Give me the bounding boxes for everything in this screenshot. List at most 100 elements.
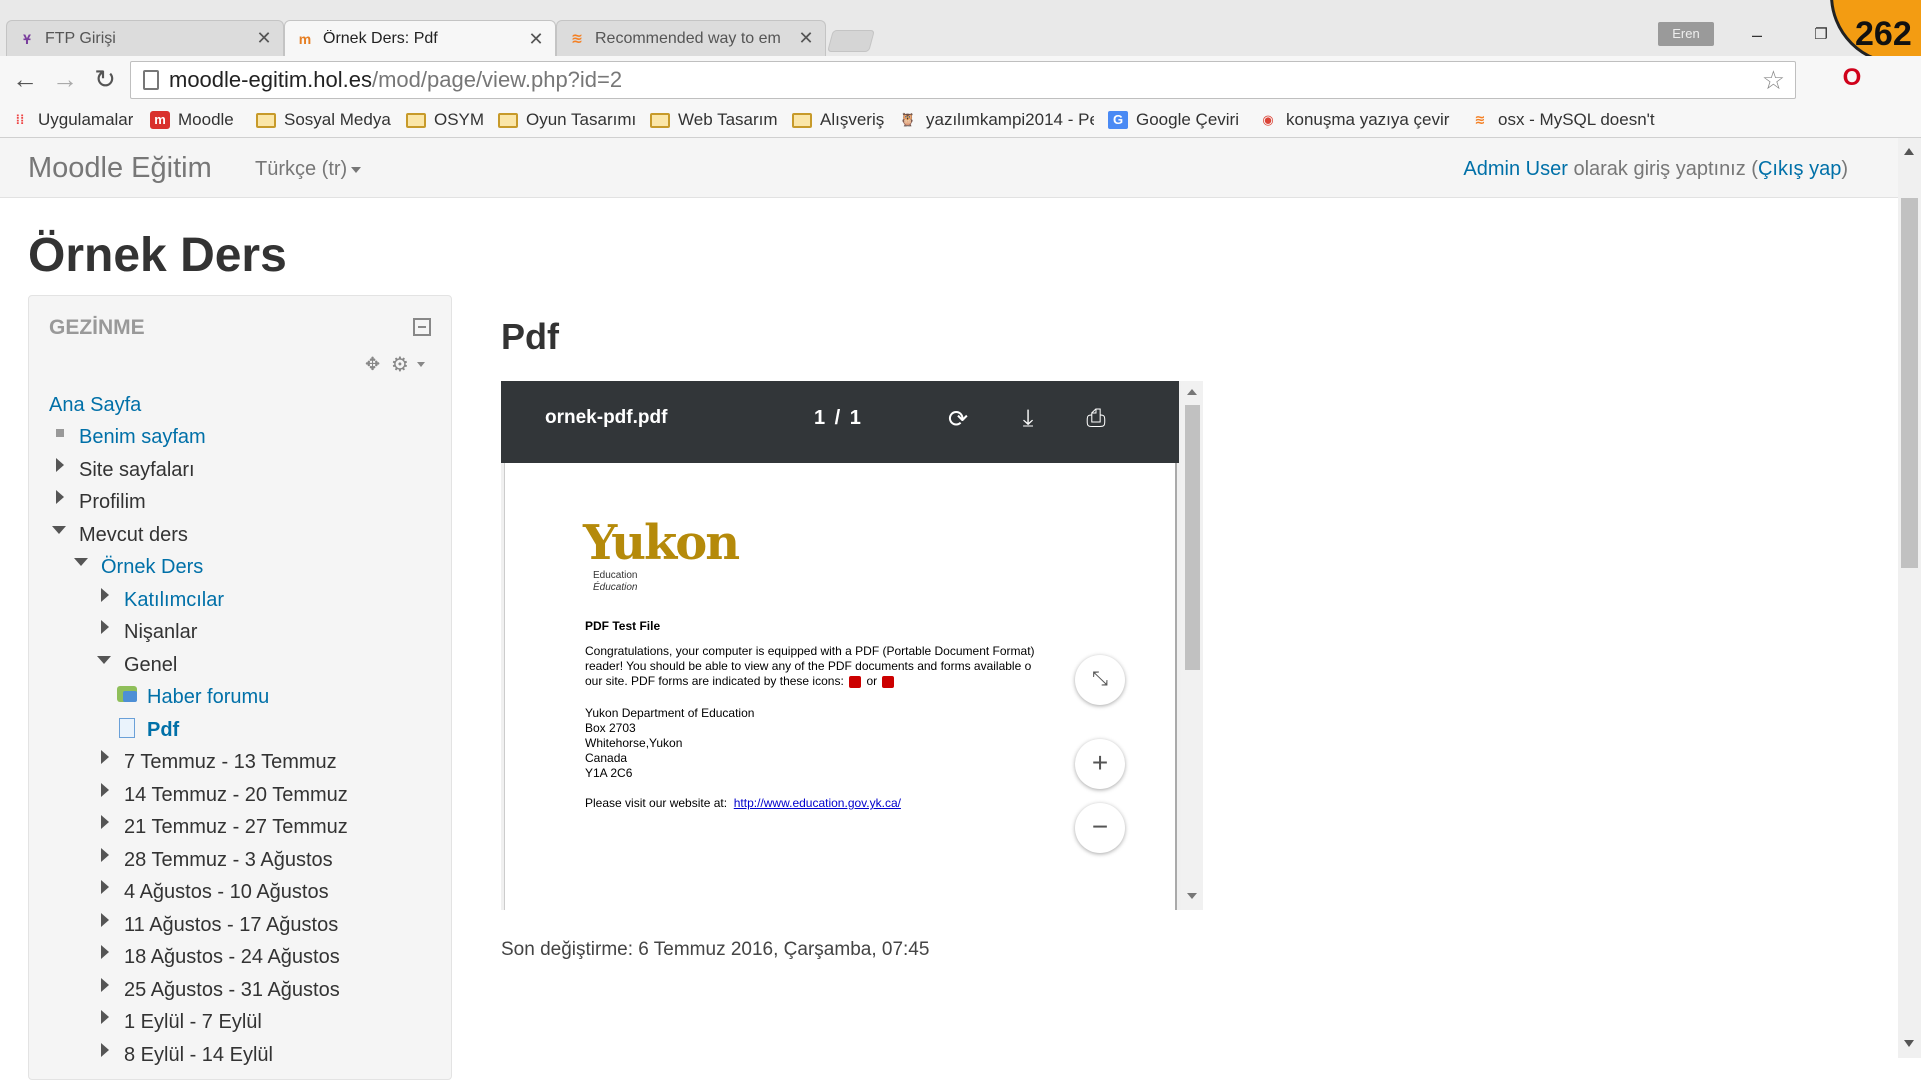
pdf-website-link[interactable]: http://www.education.gov.yk.ca/: [734, 796, 901, 810]
nav-site-sayfalari[interactable]: Site sayfaları: [79, 457, 195, 483]
expand-arrow-icon[interactable]: [101, 880, 109, 894]
collapse-arrow-icon[interactable]: [74, 558, 88, 566]
tab-ornek-ders-pdf[interactable]: m Örnek Ders: Pdf ✕: [284, 20, 556, 57]
scroll-up-icon[interactable]: [1187, 389, 1197, 395]
nav-pdf[interactable]: Pdf: [147, 717, 179, 743]
expand-arrow-icon[interactable]: [101, 913, 109, 927]
nav-week-9[interactable]: 1 Eylül - 7 Eylül: [124, 1009, 262, 1035]
scroll-thumb[interactable]: [1185, 405, 1200, 670]
nav-ornek-ders[interactable]: Örnek Ders: [101, 554, 203, 580]
back-arrow-icon[interactable]: ←: [8, 62, 42, 96]
download-icon[interactable]: ⤓: [1013, 405, 1043, 433]
zoom-in-icon[interactable]: +: [1075, 739, 1125, 789]
nav-week-4[interactable]: 28 Temmuz - 3 Ağustos: [124, 847, 333, 873]
language-menu[interactable]: Türkçe (tr): [255, 158, 362, 181]
caret-down-icon[interactable]: [417, 362, 425, 367]
collapse-arrow-icon[interactable]: [97, 656, 111, 664]
scroll-thumb[interactable]: [1901, 198, 1918, 568]
logout-link[interactable]: Çıkış yap: [1758, 158, 1841, 180]
expand-arrow-icon[interactable]: [101, 945, 109, 959]
nav-haber-forumu[interactable]: Haber forumu: [147, 684, 269, 710]
login-close: ): [1841, 158, 1848, 180]
bookmark-uygulamalar[interactable]: ⁞⁞ Uygulamalar: [10, 102, 134, 138]
nav-katilimcilar[interactable]: Katılımcılar: [124, 587, 224, 613]
bookmark-alisveris[interactable]: Alışveriş: [792, 102, 884, 138]
nav-week-3[interactable]: 21 Temmuz - 27 Temmuz: [124, 814, 348, 840]
bookmark-web-tasarim[interactable]: Web Tasarım: [650, 102, 778, 138]
close-tab-icon[interactable]: ✕: [797, 28, 815, 49]
scroll-down-icon[interactable]: [1904, 1040, 1914, 1047]
move-icon[interactable]: ✥: [365, 354, 380, 375]
bookmark-moodle[interactable]: m Moodle: [150, 102, 234, 138]
nav-week-1[interactable]: 7 Temmuz - 13 Temmuz: [124, 749, 337, 775]
tab-ftp-girisi[interactable]: Ұ FTP Girişi ✕: [6, 20, 284, 56]
pdf-page-indicator[interactable]: 1 / 1: [814, 407, 863, 430]
login-info: Admin User olarak giriş yaptınız (Çıkış …: [1463, 158, 1848, 181]
bookmark-konusma-yaziya[interactable]: ◉ konuşma yazıya çevir: [1258, 102, 1452, 138]
pdf-scrollbar[interactable]: [1181, 381, 1203, 910]
recording-count: 262: [1855, 15, 1912, 53]
pdf-address-2: Box 2703: [585, 721, 636, 735]
pdf-viewer[interactable]: ornek-pdf.pdf 1 / 1 ⟳ ⤓ ⎙ Yukon Educatio…: [501, 381, 1203, 910]
expand-arrow-icon[interactable]: [101, 815, 109, 829]
gear-icon[interactable]: ⚙: [391, 352, 409, 377]
nav-week-10[interactable]: 8 Eylül - 14 Eylül: [124, 1042, 273, 1068]
forward-arrow-icon[interactable]: →: [48, 62, 82, 96]
expand-arrow-icon[interactable]: [101, 1043, 109, 1057]
expand-arrow-icon[interactable]: [101, 1010, 109, 1024]
bookmark-sosyal-medya[interactable]: Sosyal Medya: [256, 102, 391, 138]
restore-icon[interactable]: ❐: [1806, 22, 1836, 48]
minimize-icon[interactable]: –: [1742, 22, 1772, 48]
nav-week-7[interactable]: 18 Ağustos - 24 Ağustos: [124, 944, 340, 970]
fit-page-icon[interactable]: ⤡: [1075, 655, 1125, 705]
expand-arrow-icon[interactable]: [56, 458, 64, 472]
scroll-down-icon[interactable]: [1187, 893, 1197, 899]
expand-arrow-icon[interactable]: [101, 620, 109, 634]
bookmark-osym[interactable]: OSYM: [406, 102, 484, 138]
tab-recommended-way[interactable]: ≋ Recommended way to em ✕: [556, 20, 826, 56]
logo-word: Yukon: [583, 515, 740, 571]
collapse-arrow-icon[interactable]: [52, 526, 66, 534]
expand-arrow-icon[interactable]: [101, 588, 109, 602]
nav-genel[interactable]: Genel: [124, 652, 177, 678]
print-icon[interactable]: ⎙: [1081, 405, 1111, 433]
close-tab-icon[interactable]: ✕: [527, 29, 545, 50]
zoom-out-icon[interactable]: −: [1075, 803, 1125, 853]
nav-benim-sayfam[interactable]: Benim sayfam: [79, 424, 206, 450]
nav-profilim[interactable]: Profilim: [79, 489, 146, 515]
close-tab-icon[interactable]: ✕: [255, 28, 273, 49]
page-scrollbar[interactable]: [1898, 138, 1921, 1058]
site-brand[interactable]: Moodle Eğitim: [28, 152, 212, 185]
rotate-icon[interactable]: ⟳: [943, 405, 973, 434]
moodle-icon: m: [150, 111, 170, 129]
opera-extension-icon[interactable]: O: [1838, 64, 1866, 94]
reload-icon[interactable]: ↻: [88, 62, 122, 96]
page-icon: [143, 70, 159, 90]
expand-arrow-icon[interactable]: [101, 848, 109, 862]
expand-arrow-icon[interactable]: [101, 978, 109, 992]
nav-week-8[interactable]: 25 Ağustos - 31 Ağustos: [124, 977, 340, 1003]
expand-arrow-icon[interactable]: [101, 750, 109, 764]
collapse-block-icon[interactable]: [413, 318, 431, 336]
scroll-up-icon[interactable]: [1904, 148, 1914, 155]
expand-arrow-icon[interactable]: [56, 490, 64, 504]
bookmark-label: Uygulamalar: [38, 110, 134, 129]
bookmark-osx-mysql[interactable]: ≋ osx - MySQL doesn't s: [1470, 102, 1660, 138]
nav-ana-sayfa[interactable]: Ana Sayfa: [49, 392, 141, 418]
user-profile-link[interactable]: Admin User: [1463, 158, 1567, 180]
folder-icon: [792, 111, 812, 129]
address-bar[interactable]: moodle-egitim.hol.es/mod/page/view.php?i…: [130, 61, 1796, 99]
nav-week-5[interactable]: 4 Ağustos - 10 Ağustos: [124, 879, 329, 905]
bookmark-google-ceviri[interactable]: G Google Çeviri: [1108, 102, 1239, 138]
bookmark-star-icon[interactable]: ☆: [1762, 62, 1785, 98]
new-tab-button[interactable]: [827, 30, 875, 52]
bookmark-oyun-tasarimi[interactable]: Oyun Tasarımı: [498, 102, 636, 138]
nav-week-6[interactable]: 11 Ağustos - 17 Ağustos: [124, 912, 338, 938]
moodle-icon: m: [298, 31, 312, 47]
bookmark-yazilimkampi[interactable]: 🦉 yazılımkampi2014 - Pe: [898, 102, 1094, 138]
nav-week-2[interactable]: 14 Temmuz - 20 Temmuz: [124, 782, 348, 808]
nav-nisanlar[interactable]: Nişanlar: [124, 619, 197, 645]
nav-mevcut-ders[interactable]: Mevcut ders: [79, 522, 188, 548]
expand-arrow-icon[interactable]: [101, 783, 109, 797]
profile-badge[interactable]: Eren: [1658, 22, 1714, 46]
